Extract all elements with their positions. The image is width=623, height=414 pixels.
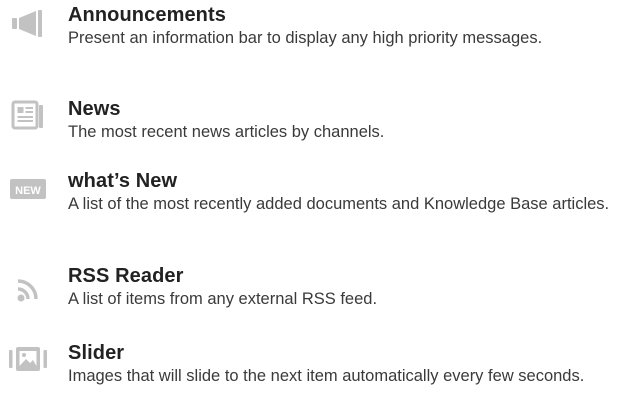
widget-title: RSS Reader [68, 265, 184, 287]
widget-text: Announcements Present an information bar… [68, 4, 616, 49]
widget-title: Slider [68, 342, 125, 364]
widget-title: Announcements [68, 4, 226, 26]
widget-text: News The most recent news articles by ch… [68, 98, 616, 143]
new-badge-label: NEW [15, 185, 41, 197]
rss-icon [8, 271, 48, 305]
widget-title: News [68, 98, 121, 120]
widget-description: A list of the most recently added docume… [68, 195, 610, 213]
widget-text: what’s New A list of the most recently a… [68, 170, 616, 215]
widget-list: Announcements Present an information bar… [0, 0, 623, 414]
megaphone-icon [8, 6, 48, 40]
widget-description: The most recent news articles by channel… [68, 123, 385, 141]
widget-text: RSS Reader A list of items from any exte… [68, 265, 616, 310]
widget-description: A list of items from any external RSS fe… [68, 290, 378, 308]
widget-title: what’s New [68, 170, 178, 192]
widget-text: Slider Images that will slide to the nex… [68, 342, 616, 387]
widget-description: Images that will slide to the next item … [68, 367, 585, 385]
new-badge-icon: NEW [8, 172, 48, 206]
widget-description: Present an information bar to display an… [68, 29, 543, 47]
image-slider-icon [8, 342, 48, 376]
newspaper-icon [8, 98, 48, 132]
